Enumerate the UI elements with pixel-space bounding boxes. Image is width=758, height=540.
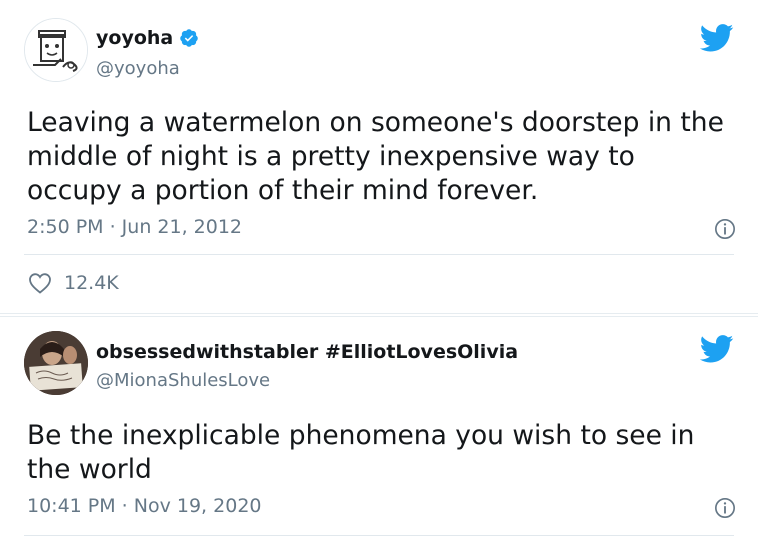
author-row: obsessedwithstabler #ElliotLovesOlivia: [96, 341, 518, 363]
divider: [24, 254, 734, 255]
author-row: yoyoha: [96, 27, 199, 49]
twitter-bird-icon[interactable]: [700, 335, 734, 363]
handle[interactable]: @MionaShulesLove: [96, 370, 270, 391]
avatar[interactable]: [24, 331, 88, 395]
display-name[interactable]: yoyoha: [96, 27, 173, 49]
handle[interactable]: @yoyoha: [96, 58, 180, 79]
tweet-card[interactable]: yoyoha @yoyoha Leaving a watermelon on s…: [0, 0, 758, 314]
tweet-card[interactable]: obsessedwithstabler #ElliotLovesOlivia @…: [0, 316, 758, 540]
tweet-text: Leaving a watermelon on someone's doorst…: [27, 107, 724, 206]
like-button[interactable]: 12.4K: [28, 272, 119, 294]
avatar[interactable]: [24, 18, 88, 82]
twitter-bird-icon[interactable]: [700, 24, 734, 52]
tweet-text: Be the inexplicable phenomena you wish t…: [27, 420, 695, 485]
verified-badge-icon: [180, 29, 198, 47]
info-icon[interactable]: [714, 497, 736, 519]
like-count: 12.4K: [64, 272, 119, 294]
display-name[interactable]: obsessedwithstabler #ElliotLovesOlivia: [96, 341, 518, 363]
heart-icon: [29, 273, 51, 294]
info-icon[interactable]: [714, 218, 736, 240]
tweet-timestamp[interactable]: 2:50 PM · Jun 21, 2012: [27, 216, 242, 238]
tweet-timestamp[interactable]: 10:41 PM · Nov 19, 2020: [27, 495, 262, 517]
divider: [24, 535, 734, 536]
